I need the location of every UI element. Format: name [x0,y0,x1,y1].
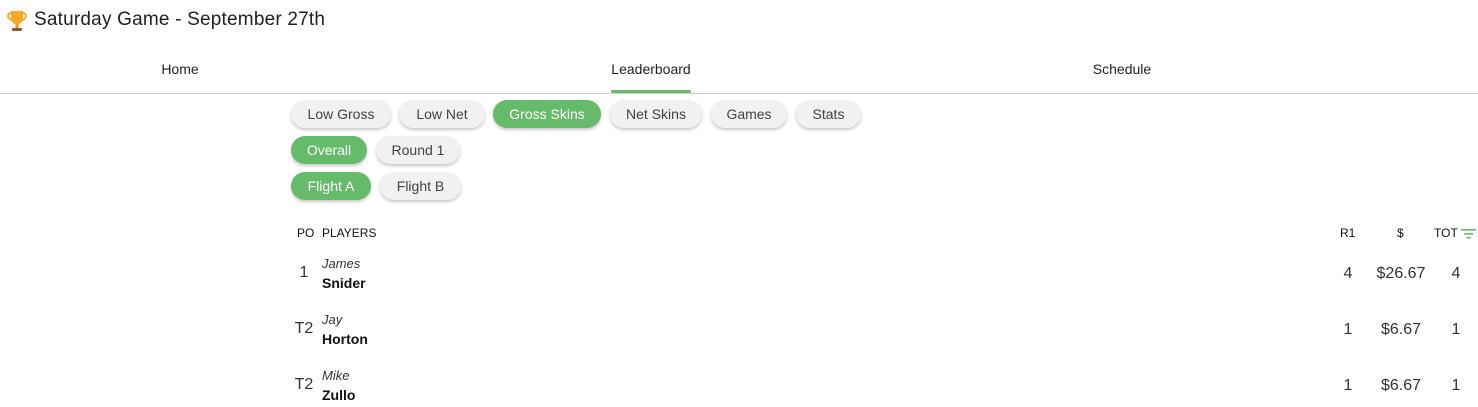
chip-overall[interactable]: Overall [291,136,367,164]
chip-round-1[interactable]: Round 1 [376,136,460,164]
row-total: 1 [1451,377,1461,394]
chip-flight-b[interactable]: Flight B [380,172,461,200]
page-title: Saturday Game - September 27th [34,9,326,30]
row-total: 1 [1451,321,1461,338]
col-header-money[interactable]: $ [1397,226,1404,240]
chip-low-gross[interactable]: Low Gross [291,100,391,128]
tab-home[interactable]: Home [90,48,270,93]
row-r1: 1 [1343,377,1353,394]
chip-low-net[interactable]: Low Net [399,100,485,128]
row-r1: 1 [1343,321,1353,338]
player-last-name: Zullo [322,387,356,403]
tab-schedule[interactable]: Schedule [1032,48,1212,93]
main-tabs: Home Leaderboard Schedule [0,48,1478,94]
player-first-name: Mike [322,368,350,383]
row-total: 4 [1451,265,1461,282]
trophy-icon [7,11,27,31]
row-position: T2 [294,320,314,337]
col-header-total[interactable]: TOT [1434,226,1458,240]
row-position: T2 [294,376,314,393]
col-header-players[interactable]: PLAYERS [322,226,376,240]
sort-icon[interactable] [1461,228,1476,239]
app-header: Saturday Game - September 27th [0,0,1478,44]
player-last-name: Horton [322,331,368,347]
row-money: $6.67 [1380,377,1422,394]
row-money: $26.67 [1376,265,1426,282]
col-header-position[interactable]: PO [297,226,314,240]
row-money: $6.67 [1380,321,1422,338]
chip-flight-a[interactable]: Flight A [291,172,371,200]
tab-leaderboard[interactable]: Leaderboard [561,48,741,93]
row-r1: 4 [1343,265,1353,282]
player-last-name: Snider [322,275,366,291]
chip-games[interactable]: Games [711,100,787,128]
chip-stats[interactable]: Stats [796,100,861,128]
chip-net-skins[interactable]: Net Skins [610,100,702,128]
chip-gross-skins[interactable]: Gross Skins [493,100,601,128]
player-first-name: Jay [322,312,343,327]
col-header-r1[interactable]: R1 [1340,226,1355,240]
row-position: 1 [299,264,309,281]
player-first-name: James [322,256,361,271]
